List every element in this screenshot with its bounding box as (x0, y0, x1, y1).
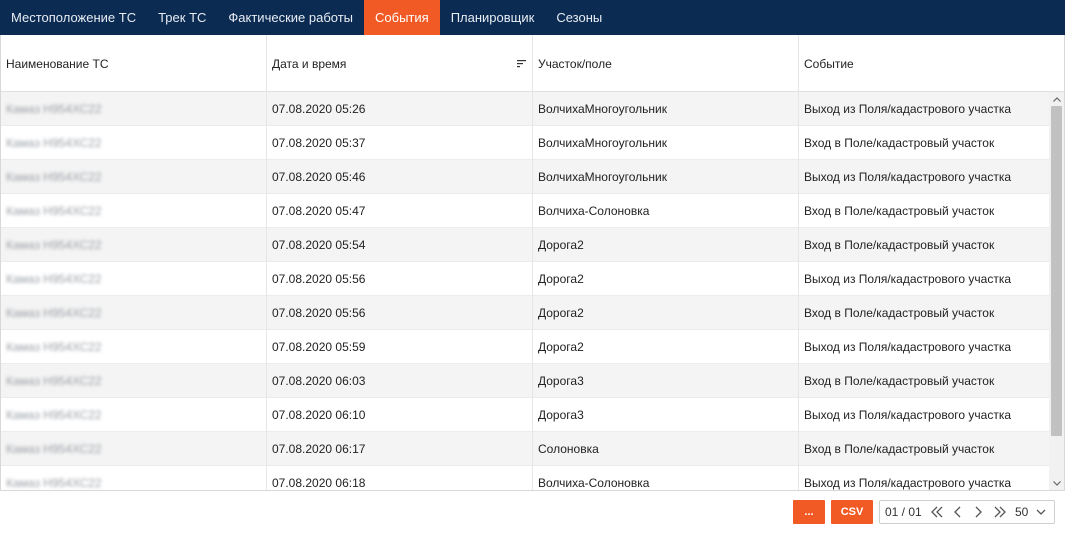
vehicle-name: Камаз Н954ХС22 (6, 306, 102, 320)
tab-seasons[interactable]: Сезоны (545, 0, 613, 35)
datetime-cell: 07.08.2020 05:47 (267, 194, 533, 228)
tab-vehicle-track[interactable]: Трек ТС (147, 0, 217, 35)
datetime-cell: 07.08.2020 05:59 (267, 330, 533, 364)
tab-actual-works[interactable]: Фактические работы (217, 0, 364, 35)
column-header-datetime[interactable]: Дата и время (267, 35, 533, 92)
event-cell: Вход в Поле/кадастровый участок (804, 442, 995, 456)
field-cell: Дорога2 (533, 296, 799, 330)
table-footer: ... CSV 01 / 01 50 (0, 491, 1065, 534)
datetime-cell: 07.08.2020 06:17 (267, 432, 533, 466)
table-body: Камаз Н954ХС22 07.08.2020 05:26 ВолчихаМ… (1, 92, 1049, 490)
event-cell: Вход в Поле/кадастровый участок (804, 136, 995, 150)
event-cell: Выход из Поля/кадастрового участка (804, 340, 1011, 354)
pagination: 01 / 01 50 (879, 500, 1055, 524)
table-row[interactable]: Камаз Н954ХС22 07.08.2020 06:03 Дорога3 … (1, 364, 1049, 398)
table-row[interactable]: Камаз Н954ХС22 07.08.2020 06:17 Солоновк… (1, 432, 1049, 466)
table-row[interactable]: Камаз Н954ХС22 07.08.2020 05:37 ВолчихаМ… (1, 126, 1049, 160)
top-navigation: Местоположение ТС Трек ТС Фактические ра… (0, 0, 1065, 35)
column-header-datetime-label: Дата и время (272, 56, 347, 71)
event-cell: Вход в Поле/кадастровый участок (804, 238, 995, 252)
table-row[interactable]: Камаз Н954ХС22 07.08.2020 05:26 ВолчихаМ… (1, 92, 1049, 126)
field-cell: Дорога3 (533, 398, 799, 432)
event-cell: Вход в Поле/кадастровый участок (804, 204, 995, 218)
column-header-event[interactable]: Событие (799, 35, 1064, 92)
event-cell: Выход из Поля/кадастрового участка (804, 476, 1011, 490)
vehicle-name: Камаз Н954ХС22 (6, 136, 102, 150)
field-cell: Волчиха-Солоновка (533, 194, 799, 228)
tab-events[interactable]: События (364, 0, 440, 35)
chevron-down-icon[interactable] (1032, 501, 1050, 523)
datetime-cell: 07.08.2020 06:03 (267, 364, 533, 398)
tab-vehicle-location[interactable]: Местоположение ТС (0, 0, 147, 35)
datetime-cell: 07.08.2020 05:46 (267, 160, 533, 194)
vehicle-name: Камаз Н954ХС22 (6, 238, 102, 252)
scrollbar-thumb[interactable] (1051, 106, 1062, 436)
event-cell: Выход из Поля/кадастрового участка (804, 408, 1011, 422)
field-cell: Солоновка (533, 432, 799, 466)
datetime-cell: 07.08.2020 05:37 (267, 126, 533, 160)
vehicle-name: Камаз Н954ХС22 (6, 272, 102, 286)
table-row[interactable]: Камаз Н954ХС22 07.08.2020 06:10 Дорога3 … (1, 398, 1049, 432)
scroll-down-arrow-icon[interactable] (1049, 476, 1064, 490)
table-row[interactable]: Камаз Н954ХС22 07.08.2020 05:59 Дорога2 … (1, 330, 1049, 364)
datetime-cell: 07.08.2020 05:56 (267, 296, 533, 330)
field-cell: ВолчихаМногоугольник (533, 126, 799, 160)
column-header-field[interactable]: Участок/поле (533, 35, 799, 92)
field-cell: Волчиха-Солоновка (533, 466, 799, 490)
field-cell: Дорога2 (533, 330, 799, 364)
datetime-cell: 07.08.2020 05:56 (267, 262, 533, 296)
vertical-scrollbar[interactable] (1049, 92, 1064, 490)
table-row[interactable]: Камаз Н954ХС22 07.08.2020 06:18 Волчиха-… (1, 466, 1049, 490)
events-table: Наименование ТС Дата и время Участок/пол… (0, 35, 1065, 491)
field-cell: Дорога3 (533, 364, 799, 398)
sort-descending-icon[interactable] (517, 59, 526, 68)
field-cell: ВолчихаМногоугольник (533, 92, 799, 126)
event-cell: Выход из Поля/кадастрового участка (804, 170, 1011, 184)
next-page-icon[interactable] (968, 501, 989, 523)
event-cell: Выход из Поля/кадастрового участка (804, 102, 1011, 116)
last-page-icon[interactable] (989, 501, 1010, 523)
first-page-icon[interactable] (926, 501, 947, 523)
vehicle-name: Камаз Н954ХС22 (6, 102, 102, 116)
event-cell: Вход в Поле/кадастровый участок (804, 306, 995, 320)
table-row[interactable]: Камаз Н954ХС22 07.08.2020 05:47 Волчиха-… (1, 194, 1049, 228)
table-header: Наименование ТС Дата и время Участок/пол… (1, 35, 1064, 92)
vehicle-name: Камаз Н954ХС22 (6, 442, 102, 456)
table-row[interactable]: Камаз Н954ХС22 07.08.2020 05:54 Дорога2 … (1, 228, 1049, 262)
table-row[interactable]: Камаз Н954ХС22 07.08.2020 05:56 Дорога2 … (1, 296, 1049, 330)
column-header-vehicle[interactable]: Наименование ТС (1, 35, 267, 92)
more-button[interactable]: ... (793, 500, 825, 524)
vehicle-name: Камаз Н954ХС22 (6, 476, 102, 490)
event-cell: Выход из Поля/кадастрового участка (804, 272, 1011, 286)
field-cell: Дорога2 (533, 262, 799, 296)
tab-planner[interactable]: Планировщик (440, 0, 546, 35)
previous-page-icon[interactable] (947, 501, 968, 523)
datetime-cell: 07.08.2020 05:54 (267, 228, 533, 262)
table-row[interactable]: Камаз Н954ХС22 07.08.2020 05:46 ВолчихаМ… (1, 160, 1049, 194)
page-size-select[interactable]: 50 (1010, 505, 1032, 519)
vehicle-name: Камаз Н954ХС22 (6, 340, 102, 354)
vehicle-name: Камаз Н954ХС22 (6, 170, 102, 184)
scroll-up-arrow-icon[interactable] (1049, 92, 1064, 106)
event-cell: Вход в Поле/кадастровый участок (804, 374, 995, 388)
datetime-cell: 07.08.2020 05:26 (267, 92, 533, 126)
field-cell: ВолчихаМногоугольник (533, 160, 799, 194)
field-cell: Дорога2 (533, 228, 799, 262)
vehicle-name: Камаз Н954ХС22 (6, 204, 102, 218)
vehicle-name: Камаз Н954ХС22 (6, 408, 102, 422)
datetime-cell: 07.08.2020 06:10 (267, 398, 533, 432)
table-row[interactable]: Камаз Н954ХС22 07.08.2020 05:56 Дорога2 … (1, 262, 1049, 296)
datetime-cell: 07.08.2020 06:18 (267, 466, 533, 490)
csv-export-button[interactable]: CSV (831, 500, 873, 524)
vehicle-name: Камаз Н954ХС22 (6, 374, 102, 388)
page-indicator: 01 / 01 (885, 505, 922, 519)
